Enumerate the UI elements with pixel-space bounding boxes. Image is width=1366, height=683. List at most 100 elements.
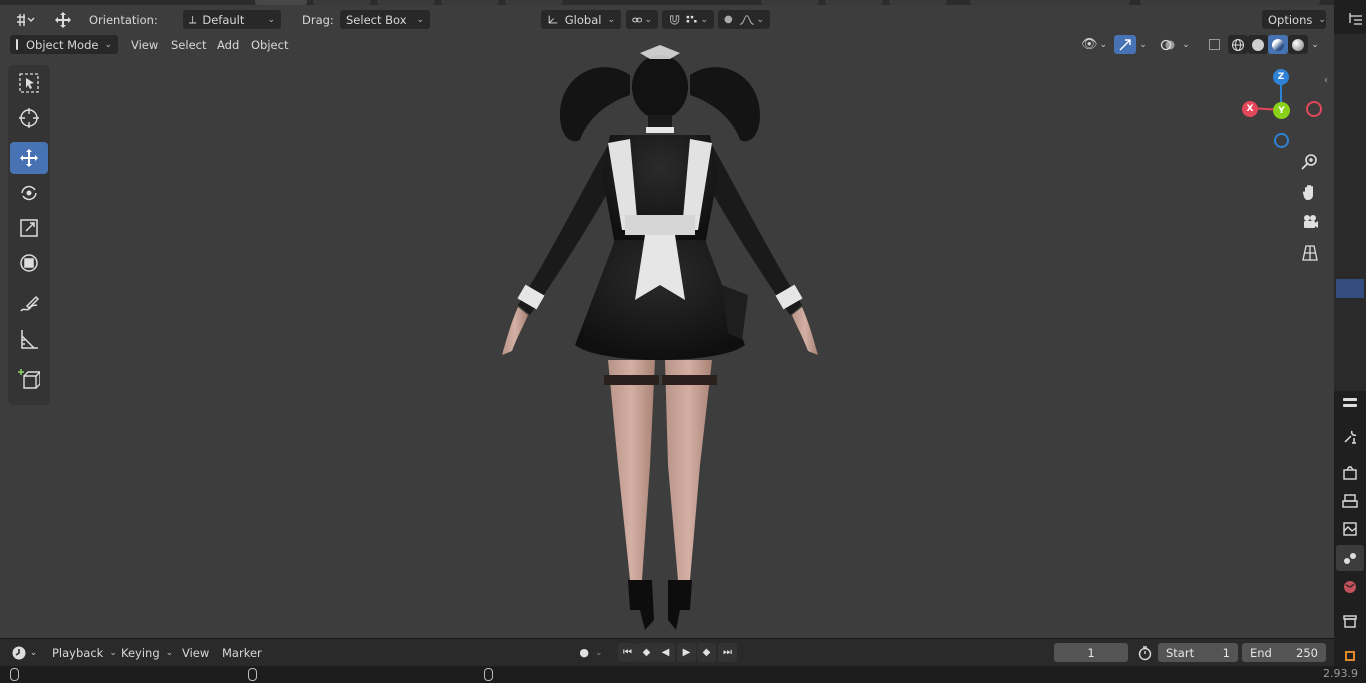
clock-icon bbox=[12, 646, 26, 659]
rotate-tool[interactable] bbox=[10, 177, 48, 209]
editor-type-button[interactable] bbox=[10, 10, 40, 29]
grid-view-icon bbox=[1302, 245, 1318, 261]
camera-view-button[interactable] bbox=[1297, 209, 1323, 235]
jump-to-start-button[interactable]: ⏮ bbox=[618, 643, 637, 662]
timeline-editor-type[interactable]: ⌄ bbox=[8, 643, 40, 662]
transform-tool[interactable] bbox=[10, 247, 48, 279]
measure-icon bbox=[21, 330, 38, 349]
snap-group[interactable]: ⌄ bbox=[662, 10, 714, 29]
visibility-dropdown[interactable]: 👁 ⌄ bbox=[1078, 35, 1110, 54]
menu-view[interactable]: View bbox=[125, 35, 164, 54]
output-icon bbox=[1342, 494, 1358, 508]
options-dropdown[interactable]: Options ⌄ bbox=[1262, 10, 1326, 29]
jump-next-keyframe-button[interactable]: ◆ bbox=[697, 643, 716, 662]
record-icon: ● bbox=[579, 646, 590, 659]
outliner-editor-icon[interactable] bbox=[1348, 12, 1364, 26]
navigation-gizmo[interactable]: Z X Y bbox=[1237, 67, 1327, 157]
menu-add[interactable]: Add bbox=[211, 35, 245, 54]
jump-prev-keyframe-button[interactable]: ◆ bbox=[637, 643, 656, 662]
end-value: 250 bbox=[1296, 645, 1318, 660]
end-frame-field[interactable]: End 250 bbox=[1242, 643, 1326, 662]
stopwatch-icon bbox=[1138, 645, 1152, 660]
menu-timeline-view[interactable]: View bbox=[176, 643, 215, 662]
properties-editor-button[interactable] bbox=[1336, 390, 1364, 416]
overlays-icon bbox=[1160, 39, 1175, 50]
auto-keying-toggle[interactable]: ● ⌄ bbox=[572, 643, 610, 662]
annotate-tool[interactable] bbox=[10, 288, 48, 320]
view-layer-properties-tab[interactable] bbox=[1336, 516, 1364, 542]
sidebar-toggle-icon[interactable]: ‹ bbox=[1324, 75, 1328, 86]
menu-select[interactable]: Select bbox=[165, 35, 212, 54]
output-properties-tab[interactable] bbox=[1336, 488, 1364, 514]
cursor-icon bbox=[19, 108, 39, 128]
link-icon bbox=[632, 17, 643, 22]
gizmo-neg-z-axis[interactable] bbox=[1274, 133, 1289, 148]
menu-playback[interactable]: Playback ⌄ bbox=[46, 643, 123, 662]
play-button[interactable]: ▶ bbox=[677, 643, 696, 662]
orientation-dropdown[interactable]: ⟂ Default ⌄ bbox=[183, 10, 281, 29]
mouse-middle-icon bbox=[248, 668, 257, 681]
gizmo-toggle[interactable] bbox=[1114, 35, 1136, 54]
view-layer-icon bbox=[1343, 522, 1357, 536]
pivot-point-dropdown[interactable]: ⌄ bbox=[626, 10, 658, 29]
perspective-toggle-button[interactable] bbox=[1297, 240, 1323, 266]
blender-window: Orientation: ⟂ Default ⌄ Drag: Select Bo… bbox=[0, 0, 1366, 683]
shading-rendered-button[interactable] bbox=[1288, 35, 1308, 54]
move-tool-icon[interactable] bbox=[50, 10, 76, 29]
scale-tool[interactable] bbox=[10, 212, 48, 244]
world-properties-tab[interactable] bbox=[1336, 574, 1364, 600]
cursor-tool[interactable] bbox=[10, 102, 48, 134]
menu-object[interactable]: Object bbox=[245, 35, 294, 54]
pan-hand-icon bbox=[1302, 185, 1313, 200]
preview-range-toggle[interactable] bbox=[1134, 643, 1156, 662]
3d-viewport[interactable]: Orientation: ⟂ Default ⌄ Drag: Select Bo… bbox=[0, 5, 1334, 638]
wireframe-sphere-icon bbox=[1232, 38, 1244, 51]
overlays-dropdown[interactable]: ⌄ bbox=[1179, 35, 1193, 54]
tool-properties-tab[interactable] bbox=[1336, 424, 1364, 450]
jump-to-end-button[interactable]: ⏭ bbox=[718, 643, 737, 662]
mode-dropdown[interactable]: Object Mode ⌄ bbox=[10, 35, 118, 54]
start-frame-field[interactable]: Start 1 bbox=[1158, 643, 1238, 662]
collection-properties-tab[interactable] bbox=[1336, 608, 1364, 634]
mouse-left-icon bbox=[10, 668, 19, 681]
eye-icon: 👁 bbox=[1080, 37, 1098, 52]
pan-button[interactable] bbox=[1297, 179, 1323, 205]
shading-wireframe-button[interactable] bbox=[1228, 35, 1248, 54]
drag-dropdown[interactable]: Select Box ⌄ bbox=[340, 10, 430, 29]
add-cube-tool[interactable] bbox=[10, 363, 48, 395]
render-properties-tab[interactable] bbox=[1336, 460, 1364, 486]
scale-icon bbox=[20, 219, 38, 237]
play-reverse-button[interactable]: ◀ bbox=[656, 643, 675, 662]
move-tool[interactable] bbox=[10, 142, 48, 174]
gizmo-icon bbox=[1119, 38, 1131, 50]
gizmo-neg-x-axis[interactable] bbox=[1306, 101, 1322, 117]
scene-properties-tab[interactable] bbox=[1336, 545, 1364, 571]
y-axis-label: Y bbox=[1278, 105, 1285, 116]
camera-icon bbox=[1304, 215, 1318, 228]
proportional-editing-group[interactable]: ● ⌄ bbox=[718, 10, 770, 29]
outliner-panel[interactable] bbox=[1334, 34, 1366, 391]
jump-start-icon: ⏮ bbox=[623, 647, 632, 658]
chevron-down-icon: ⌄ bbox=[756, 14, 764, 25]
menu-marker[interactable]: Marker bbox=[216, 643, 268, 662]
gizmo-x-axis[interactable]: X bbox=[1242, 101, 1258, 117]
shading-dropdown[interactable]: ⌄ bbox=[1308, 35, 1322, 54]
transform-orientation-dropdown[interactable]: Global ⌄ bbox=[541, 10, 621, 29]
shading-solid-button[interactable] bbox=[1248, 35, 1268, 54]
shading-material-button[interactable] bbox=[1268, 35, 1288, 54]
xray-toggle[interactable] bbox=[1203, 35, 1225, 54]
zoom-button[interactable] bbox=[1297, 149, 1323, 175]
select-box-tool[interactable] bbox=[10, 67, 48, 99]
overlays-toggle[interactable] bbox=[1157, 35, 1179, 54]
gizmo-dropdown[interactable]: ⌄ bbox=[1136, 35, 1150, 54]
gizmo-y-axis[interactable]: Y bbox=[1273, 102, 1290, 119]
measure-tool[interactable] bbox=[10, 323, 48, 355]
chevron-down-icon: ⌄ bbox=[165, 647, 174, 658]
gizmo-z-axis[interactable]: Z bbox=[1273, 69, 1289, 85]
editor-type-icon bbox=[17, 13, 35, 26]
menu-keying[interactable]: Keying ⌄ bbox=[115, 643, 179, 662]
world-icon bbox=[1344, 581, 1356, 593]
current-frame-field[interactable]: 1 bbox=[1054, 643, 1128, 662]
outliner-selected-row[interactable] bbox=[1336, 279, 1364, 298]
drag-label: Drag: bbox=[302, 12, 334, 27]
